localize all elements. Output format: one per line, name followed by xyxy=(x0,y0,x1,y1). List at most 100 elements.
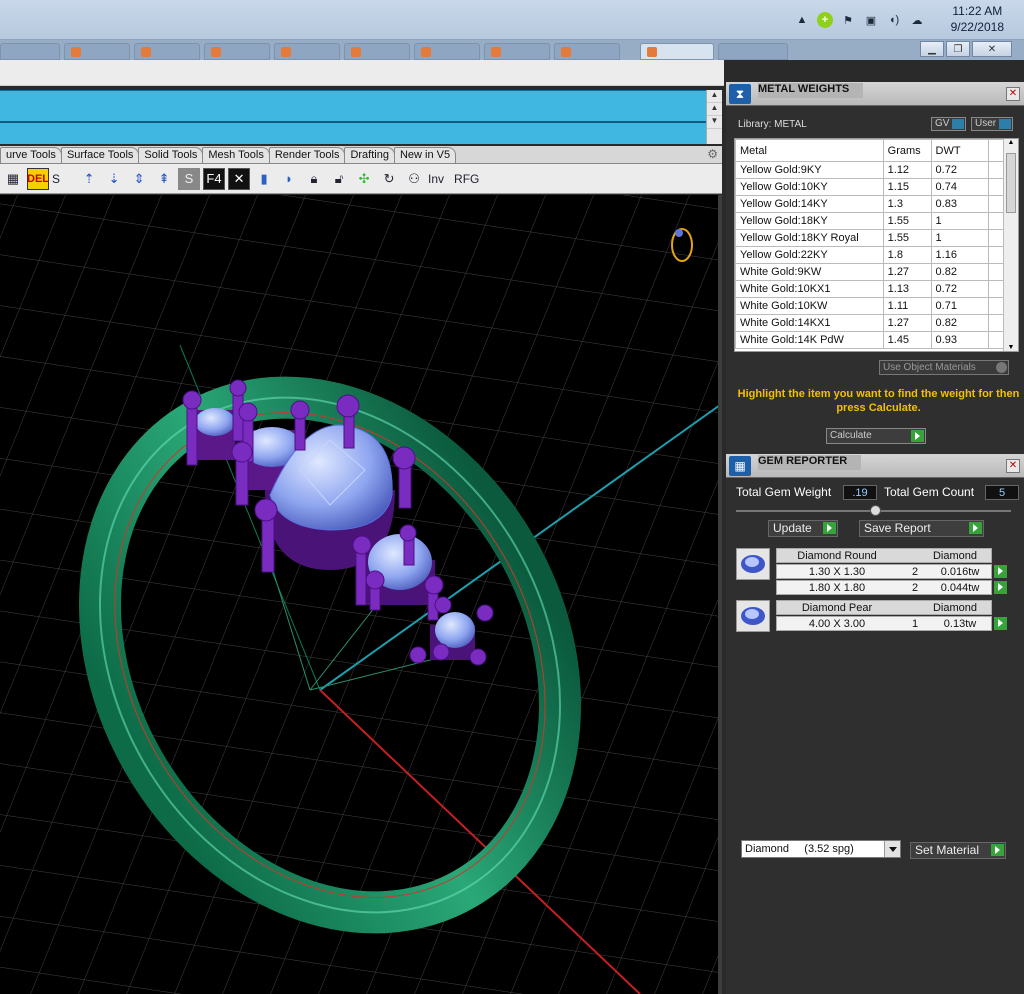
tab-drafting[interactable]: Drafting xyxy=(344,147,395,163)
set-material-button[interactable]: Set Material xyxy=(910,842,1006,859)
window-tab[interactable] xyxy=(274,43,340,60)
shape-icon[interactable]: ◗ xyxy=(278,168,300,190)
table-row[interactable]: White Gold:10KW 1.11 0.71 xyxy=(735,297,1005,315)
scroll-thumb[interactable] xyxy=(1006,153,1016,213)
play-icon[interactable] xyxy=(994,617,1007,630)
table-row[interactable]: White Gold:10KX1 1.13 0.72 xyxy=(735,280,1005,298)
scroll-down-icon[interactable]: ▼ xyxy=(707,116,722,129)
f4-button[interactable]: F4 xyxy=(203,167,226,190)
reporter-slider[interactable] xyxy=(736,505,1011,516)
table-row[interactable]: Yellow Gold:14KY 1.3 0.83 xyxy=(735,195,1005,213)
table-row[interactable]: White Gold:14K PdW 1.45 0.93 xyxy=(735,331,1005,349)
table-row[interactable]: White Gold:14KX1 1.27 0.82 xyxy=(735,314,1005,332)
gem-row[interactable]: 1.80 X 1.80 2 0.044tw xyxy=(776,580,992,595)
window-tab[interactable] xyxy=(554,43,620,60)
slider-handle[interactable] xyxy=(870,505,881,516)
clock[interactable]: 11:22 AM 9/22/2018 xyxy=(951,3,1004,35)
close-button[interactable]: ✕ xyxy=(972,41,1012,57)
cell-metal: White Gold:14K PdW xyxy=(735,331,884,349)
grid-layout-icon[interactable]: ▦ xyxy=(2,168,24,190)
gem-row[interactable]: 4.00 X 3.00 1 0.13tw xyxy=(776,616,992,631)
move-point-icon[interactable]: ⇞ xyxy=(153,168,175,190)
crosshair-icon[interactable]: ✕ xyxy=(228,167,251,190)
cell-dwt: 0.72 xyxy=(930,280,990,298)
tab-mesh-tools[interactable]: Mesh Tools xyxy=(202,147,270,163)
tab-new-in-v5[interactable]: New in V5 xyxy=(393,147,457,163)
minimize-button[interactable]: ▁ xyxy=(920,41,944,57)
scroll-up-icon[interactable]: ▲ xyxy=(707,103,722,116)
table-row[interactable]: Yellow Gold:18KY Royal 1.55 1 xyxy=(735,229,1005,247)
column-metal[interactable]: Metal xyxy=(735,139,884,162)
save-report-button[interactable]: Save Report xyxy=(859,520,984,537)
move-down-icon[interactable]: ⇣ xyxy=(103,168,125,190)
play-icon[interactable] xyxy=(994,581,1007,594)
window-tab[interactable] xyxy=(204,43,270,60)
gem-weight: 0.13tw xyxy=(943,618,977,630)
command-area[interactable] xyxy=(0,90,706,144)
column-dwt[interactable]: DWT xyxy=(930,139,990,162)
move-up-icon[interactable]: ⇡ xyxy=(78,168,100,190)
3d-viewport[interactable] xyxy=(0,195,722,994)
people-icon[interactable]: ⚇ xyxy=(403,168,425,190)
lock-icon[interactable]: 🔒︎ xyxy=(303,168,325,190)
unlock-icon[interactable]: 🔓︎ xyxy=(328,168,350,190)
table-row[interactable]: Yellow Gold:18KY 1.55 1 xyxy=(735,212,1005,230)
tool-tabs: urve Tools Surface Tools Solid Tools Mes… xyxy=(0,146,722,164)
setting-small-left[interactable] xyxy=(195,408,235,460)
table-row[interactable]: Yellow Gold:22KY 1.8 1.16 xyxy=(735,246,1005,264)
window-tab[interactable] xyxy=(134,43,200,60)
scroll-down-icon[interactable]: ▼ xyxy=(1004,344,1018,351)
cylinder-icon[interactable]: ▮ xyxy=(253,168,275,190)
scroll-up-icon[interactable]: ▲ xyxy=(1004,139,1018,146)
close-icon[interactable]: ✕ xyxy=(1006,459,1020,473)
cell-grams: 1.27 xyxy=(882,263,932,281)
network-icon[interactable]: ▣ xyxy=(863,12,879,28)
surface-s-icon[interactable]: S xyxy=(178,167,201,190)
inv-button[interactable]: Inv xyxy=(428,172,444,186)
flag-icon[interactable]: ⚑ xyxy=(840,12,856,28)
restore-button[interactable]: ❐ xyxy=(946,41,970,57)
window-tab[interactable] xyxy=(344,43,410,60)
gem-row[interactable]: 1.30 X 1.30 2 0.016tw xyxy=(776,564,992,579)
move-both-icon[interactable]: ⇕ xyxy=(128,168,150,190)
rfg-button[interactable]: RFG xyxy=(454,172,479,186)
scroll-up-icon[interactable]: ▲ xyxy=(707,90,722,103)
command-scrollbar[interactable]: ▲ ▲ ▼ xyxy=(706,90,722,144)
tab-render-tools[interactable]: Render Tools xyxy=(268,147,346,163)
delete-button[interactable]: DEL xyxy=(27,167,49,190)
gem-thumbnail[interactable] xyxy=(736,548,770,580)
add-icon[interactable]: + xyxy=(817,12,833,28)
window-tab[interactable] xyxy=(484,43,550,60)
gem-thumbnail[interactable] xyxy=(736,600,770,632)
tab-curve-tools[interactable]: urve Tools xyxy=(0,147,62,163)
metal-table[interactable]: Metal Grams DWT Yellow Gold:9KY 1.12 0.72 Y… xyxy=(734,138,1019,352)
gv-toggle[interactable]: GV xyxy=(931,117,967,131)
user-toggle[interactable]: User xyxy=(971,117,1014,131)
metal-table-scrollbar[interactable]: ▲ ▼ xyxy=(1003,139,1018,351)
material-select[interactable]: Diamond (3.52 spg) xyxy=(741,840,901,858)
play-icon[interactable] xyxy=(994,565,1007,578)
tab-solid-tools[interactable]: Solid Tools xyxy=(138,147,204,163)
use-object-materials-toggle[interactable]: Use Object Materials xyxy=(879,360,1009,375)
close-icon[interactable]: ✕ xyxy=(1006,87,1020,101)
calculate-button[interactable]: Calculate xyxy=(826,428,926,444)
chevron-up-icon[interactable]: ▲ xyxy=(794,12,810,28)
speaker-icon[interactable]: ◖) xyxy=(886,12,902,28)
axis-icon[interactable]: ✣ xyxy=(353,168,375,190)
window-tab[interactable] xyxy=(718,43,788,60)
window-tab[interactable] xyxy=(0,43,60,60)
cloud-icon[interactable]: ☁ xyxy=(909,12,925,28)
table-row[interactable]: Yellow Gold:10KY 1.15 0.74 xyxy=(735,178,1005,196)
table-row[interactable]: White Gold:9KW 1.27 0.82 xyxy=(735,263,1005,281)
tab-surface-tools[interactable]: Surface Tools xyxy=(60,147,140,163)
library-label: Library: METAL xyxy=(738,119,807,130)
update-button[interactable]: Update xyxy=(768,520,838,537)
column-grams[interactable]: Grams xyxy=(882,139,932,162)
window-tab[interactable] xyxy=(64,43,130,60)
s-button[interactable]: S xyxy=(52,172,60,186)
table-row[interactable]: Yellow Gold:9KY 1.12 0.72 xyxy=(735,161,1005,179)
window-tab[interactable] xyxy=(414,43,480,60)
gear-icon[interactable]: ⚙ xyxy=(707,147,718,161)
rotate-icon[interactable]: ↻ xyxy=(378,168,400,190)
window-tab-active[interactable] xyxy=(640,43,714,60)
